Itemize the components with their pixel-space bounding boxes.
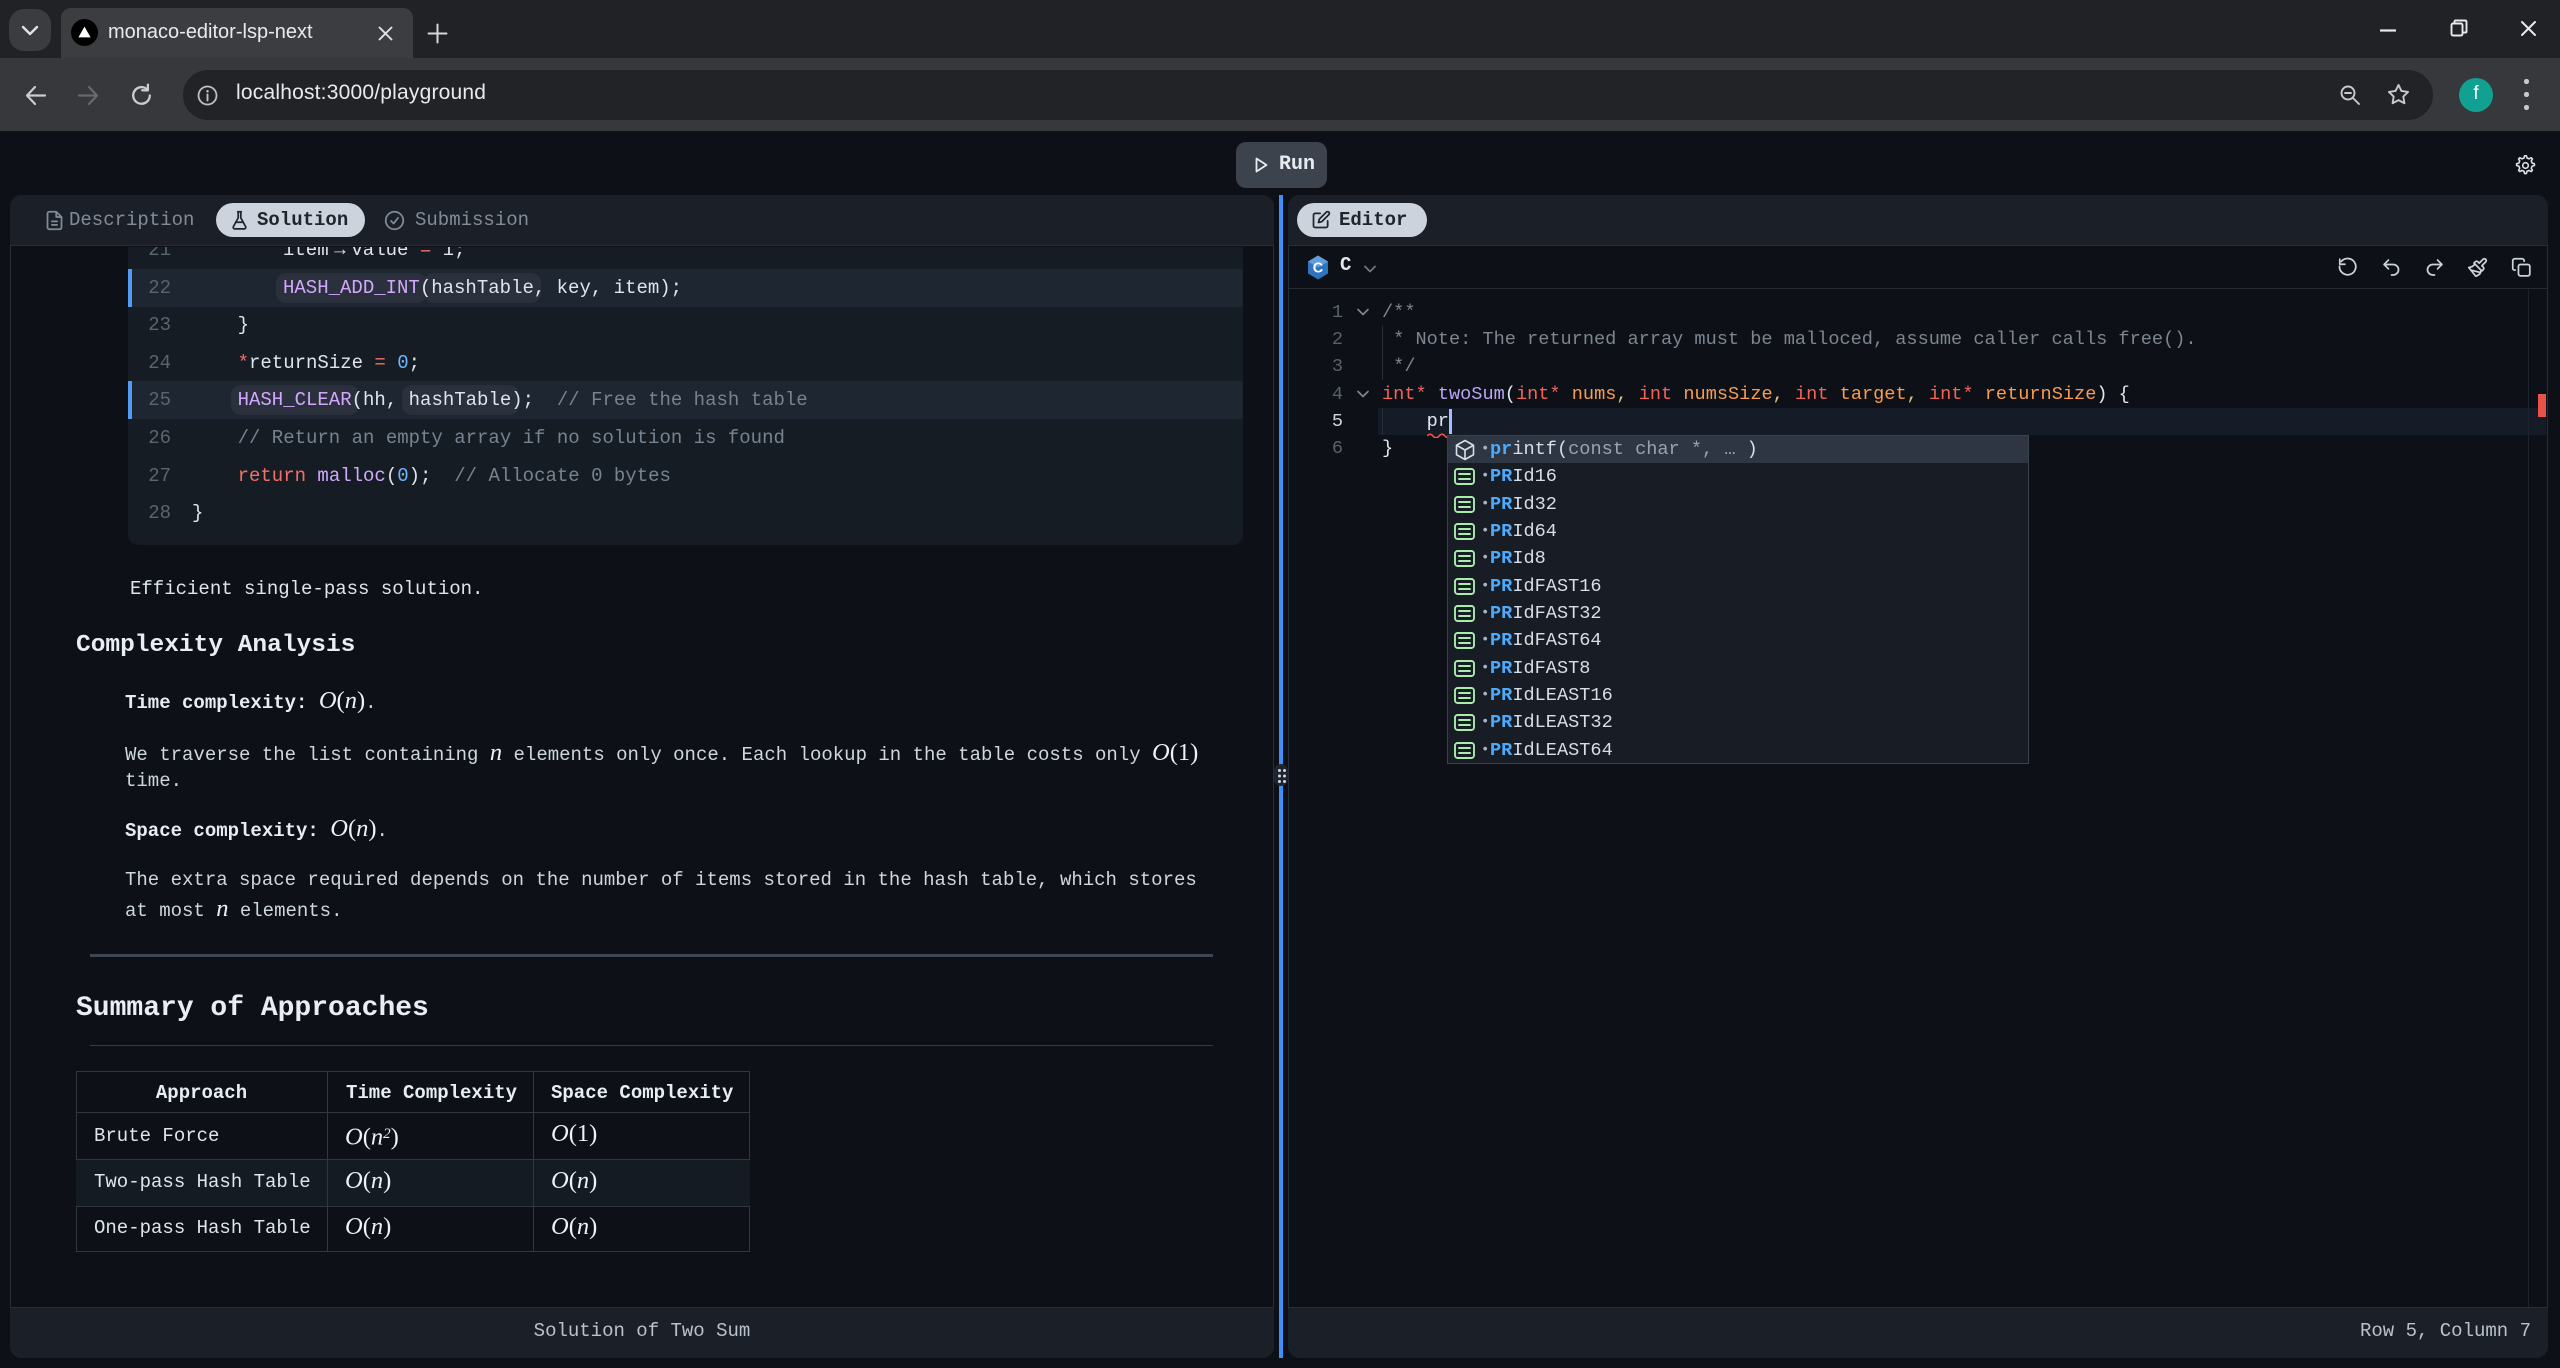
svg-text:C: C — [1313, 261, 1324, 277]
